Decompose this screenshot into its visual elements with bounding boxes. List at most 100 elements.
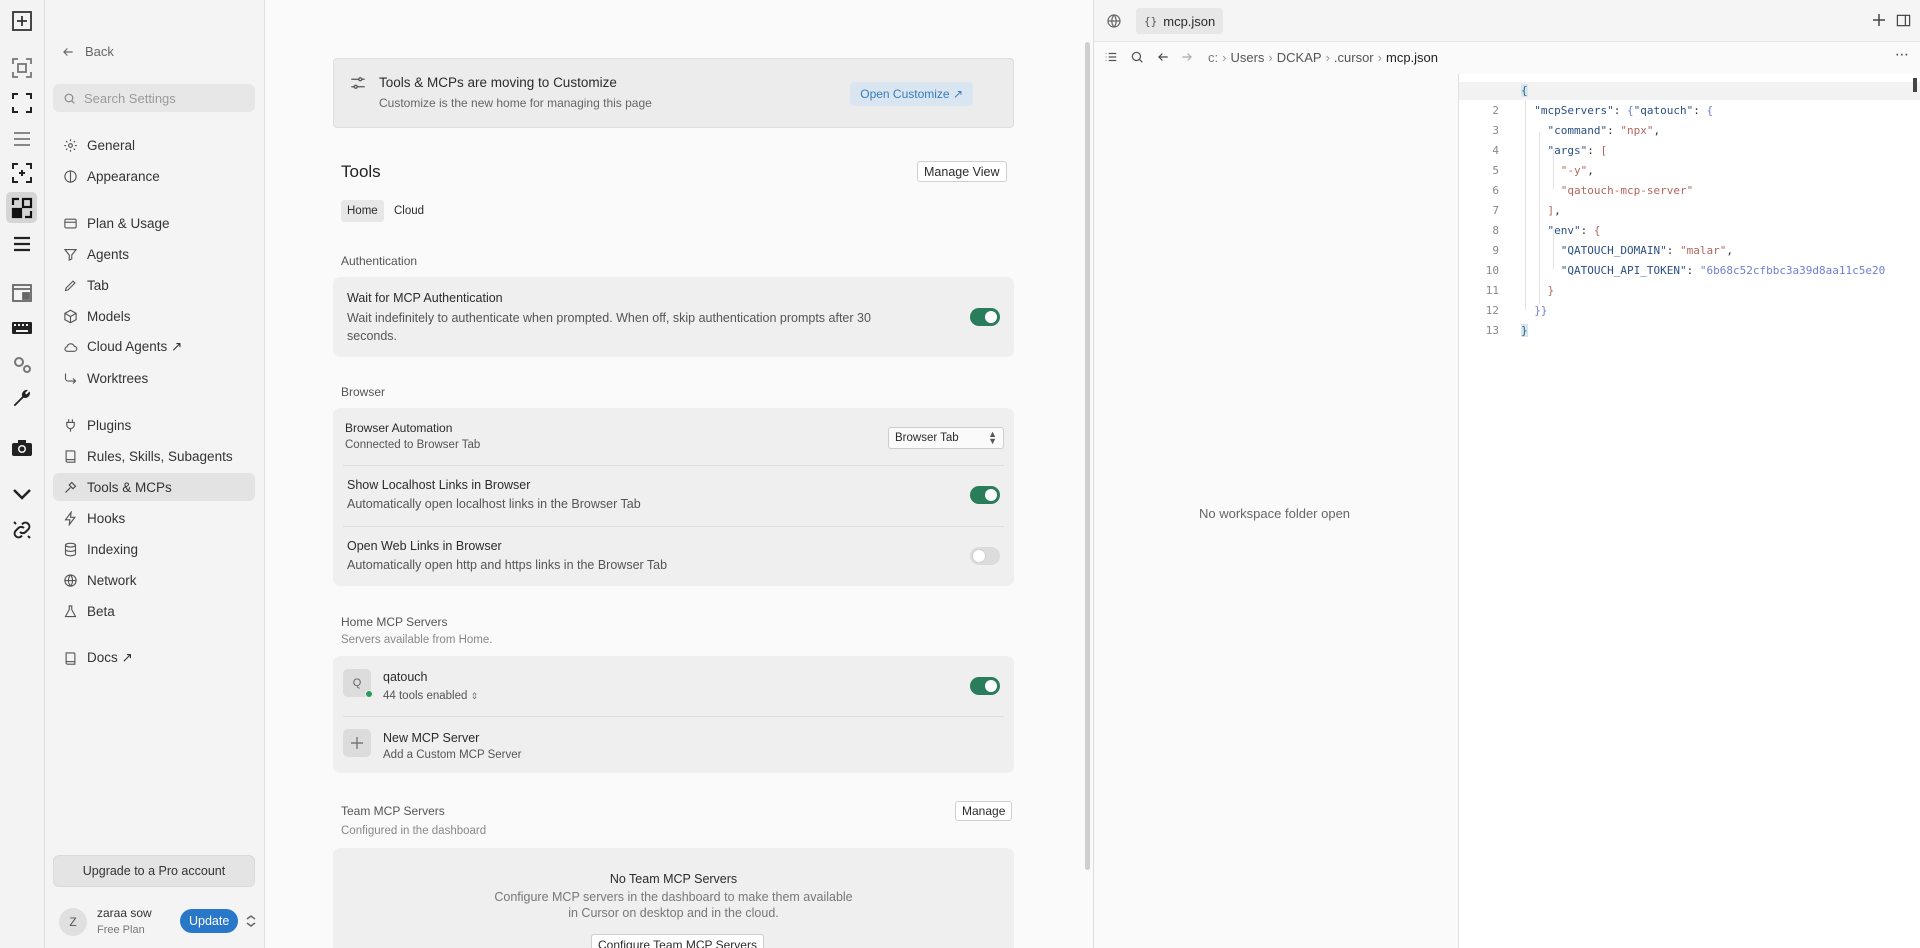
- sidebar-item-tools-mcps[interactable]: Tools & MCPs: [53, 473, 255, 501]
- breadcrumb-dckap[interactable]: DCKAP: [1277, 50, 1322, 65]
- wrench-icon[interactable]: [6, 383, 37, 414]
- settings-gears-icon[interactable]: [6, 348, 37, 379]
- server-qatouch-toggle[interactable]: [970, 677, 1000, 695]
- split-panel-icon[interactable]: [1896, 13, 1911, 28]
- back-button[interactable]: Back: [61, 44, 114, 59]
- code-line: {: [1521, 84, 1528, 97]
- section-browser: Browser: [341, 385, 386, 399]
- line-number: 3: [1492, 124, 1499, 137]
- code-line: "args": [: [1547, 144, 1608, 157]
- authentication-card: Wait for MCP Authentication Wait indefin…: [333, 277, 1014, 357]
- sidebar-item-label: Rules, Skills, Subagents: [87, 448, 233, 464]
- more-icon[interactable]: ⋯: [1895, 46, 1909, 63]
- sidebar-item-rules[interactable]: Rules, Skills, Subagents: [53, 442, 255, 470]
- editor-area: {} mcp.json c: › Users › DCKAP › .cursor…: [1093, 0, 1920, 948]
- tools-icon: [65, 481, 77, 493]
- sidebar-item-label: Hooks: [87, 510, 126, 526]
- sidebar-item-network[interactable]: Network: [53, 566, 255, 594]
- user-plan: Free Plan: [97, 924, 145, 936]
- new-mcp-desc: Add a Custom MCP Server: [383, 749, 522, 761]
- focus-frame-icon[interactable]: [6, 52, 37, 83]
- gear-icon: [64, 138, 77, 152]
- sidebar-item-models[interactable]: Models: [53, 302, 255, 330]
- search-input[interactable]: [84, 90, 244, 106]
- code-line: "QATOUCH_API_TOKEN": "6b68c52cfbbc3a39d8…: [1560, 264, 1886, 277]
- capture-frame-icon[interactable]: [6, 157, 37, 188]
- window-layout-icon[interactable]: [6, 277, 37, 308]
- sidebar-item-appearance[interactable]: Appearance: [53, 162, 255, 190]
- link-icon[interactable]: [6, 514, 37, 545]
- sidebar-item-tab[interactable]: Tab: [53, 271, 255, 299]
- user-name: zaraa sow: [97, 906, 152, 920]
- scrollbar[interactable]: [1913, 78, 1917, 92]
- arrow-right-icon[interactable]: [1180, 50, 1194, 64]
- menu-icon[interactable]: [6, 123, 37, 154]
- arrow-left-icon: [63, 47, 73, 56]
- sidebar-item-indexing[interactable]: Indexing: [53, 535, 255, 563]
- sidebar-item-plugins[interactable]: Plugins: [53, 411, 255, 439]
- sidebar-item-docs[interactable]: Docs ↗: [53, 644, 255, 672]
- list-icon[interactable]: [1104, 50, 1118, 64]
- code-line: "-y",: [1560, 164, 1594, 177]
- breadcrumb-users[interactable]: Users: [1230, 50, 1264, 65]
- globe-icon[interactable]: [1106, 13, 1122, 29]
- arrow-left-icon[interactable]: [1156, 50, 1170, 64]
- section-home-mcp: Home MCP Servers: [341, 615, 448, 629]
- configure-team-mcp-button[interactable]: Configure Team MCP Servers: [591, 934, 764, 948]
- sidebar-item-agents[interactable]: Agents: [53, 240, 255, 268]
- manage-view-button[interactable]: Manage View: [917, 161, 1007, 182]
- wait-mcp-auth-toggle[interactable]: [970, 308, 1000, 326]
- customize-banner: Tools & MCPs are moving to Customize Cus…: [333, 58, 1014, 128]
- expand-frame-icon[interactable]: [6, 87, 37, 118]
- home-mcp-card: Q qatouch 44 tools enabled ⇕ New MCP Ser…: [333, 656, 1014, 773]
- keyboard-icon[interactable]: [6, 312, 37, 343]
- sidebar-item-plan-usage[interactable]: Plan & Usage: [53, 209, 255, 237]
- tab-home[interactable]: Home: [341, 200, 384, 222]
- new-window-icon[interactable]: [6, 5, 37, 36]
- scrollbar[interactable]: [1085, 42, 1090, 870]
- code-line: }: [1521, 324, 1528, 337]
- search-icon[interactable]: [1130, 50, 1144, 64]
- open-customize-button[interactable]: Open Customize ↗: [850, 82, 973, 106]
- chevron-down-icon[interactable]: [6, 478, 37, 509]
- camera-icon[interactable]: [6, 432, 37, 463]
- upgrade-button[interactable]: Upgrade to a Pro account: [53, 855, 255, 887]
- chevron-updown-icon[interactable]: [245, 914, 257, 928]
- web-links-toggle[interactable]: [970, 547, 1000, 565]
- settings-search[interactable]: [53, 84, 255, 112]
- tab-bar: {} mcp.json: [1094, 0, 1920, 42]
- page-title: Tools: [341, 162, 381, 181]
- code-editor[interactable]: 1 2 3 4 5 6 7 8 9 10 11 12 13 { "mcpServ…: [1458, 74, 1920, 948]
- localhost-links-toggle[interactable]: [970, 486, 1000, 504]
- sidebar-item-label: Appearance: [87, 168, 160, 184]
- user-account[interactable]: Z zaraa sow Free Plan Update: [59, 906, 259, 942]
- section-team-mcp: Team MCP Servers: [341, 804, 445, 818]
- current-line-highlight: [1459, 82, 1920, 100]
- server-tools-count[interactable]: 44 tools enabled ⇕: [383, 687, 478, 705]
- tab-cloud[interactable]: Cloud: [388, 200, 430, 222]
- list-icon[interactable]: [6, 228, 37, 259]
- breadcrumb-cursor[interactable]: .cursor: [1334, 50, 1374, 65]
- sidebar-item-label: Network: [87, 572, 137, 588]
- sidebar-item-general[interactable]: General: [53, 131, 255, 159]
- sidebar-item-beta[interactable]: Beta: [53, 597, 255, 625]
- breadcrumb-file[interactable]: mcp.json: [1386, 50, 1438, 65]
- sidebar-item-label: Cloud Agents ↗: [87, 339, 183, 354]
- new-mcp-title[interactable]: New MCP Server: [383, 731, 479, 745]
- update-button[interactable]: Update: [180, 909, 239, 933]
- plus-icon[interactable]: [1872, 13, 1886, 27]
- breadcrumb-drive[interactable]: c:: [1208, 50, 1218, 65]
- code-line: "command": "npx",: [1547, 124, 1661, 137]
- sidebar-item-label: Agents: [87, 246, 130, 262]
- card-icon: [64, 218, 77, 228]
- plus-icon[interactable]: [343, 729, 371, 757]
- sidebar-item-worktrees[interactable]: Worktrees: [53, 364, 255, 392]
- manage-button[interactable]: Manage: [955, 801, 1013, 821]
- browser-automation-select[interactable]: Browser Tab ▲ ▼: [888, 427, 1004, 449]
- sidebar-item-hooks[interactable]: Hooks: [53, 504, 255, 532]
- sidebar-item-cloud-agents[interactable]: Cloud Agents ↗: [53, 333, 255, 361]
- line-number: 6: [1492, 184, 1499, 197]
- tab-mcp-json[interactable]: {} mcp.json: [1136, 8, 1224, 34]
- sliders-icon: [351, 77, 365, 89]
- resize-frame-icon[interactable]: [6, 192, 37, 223]
